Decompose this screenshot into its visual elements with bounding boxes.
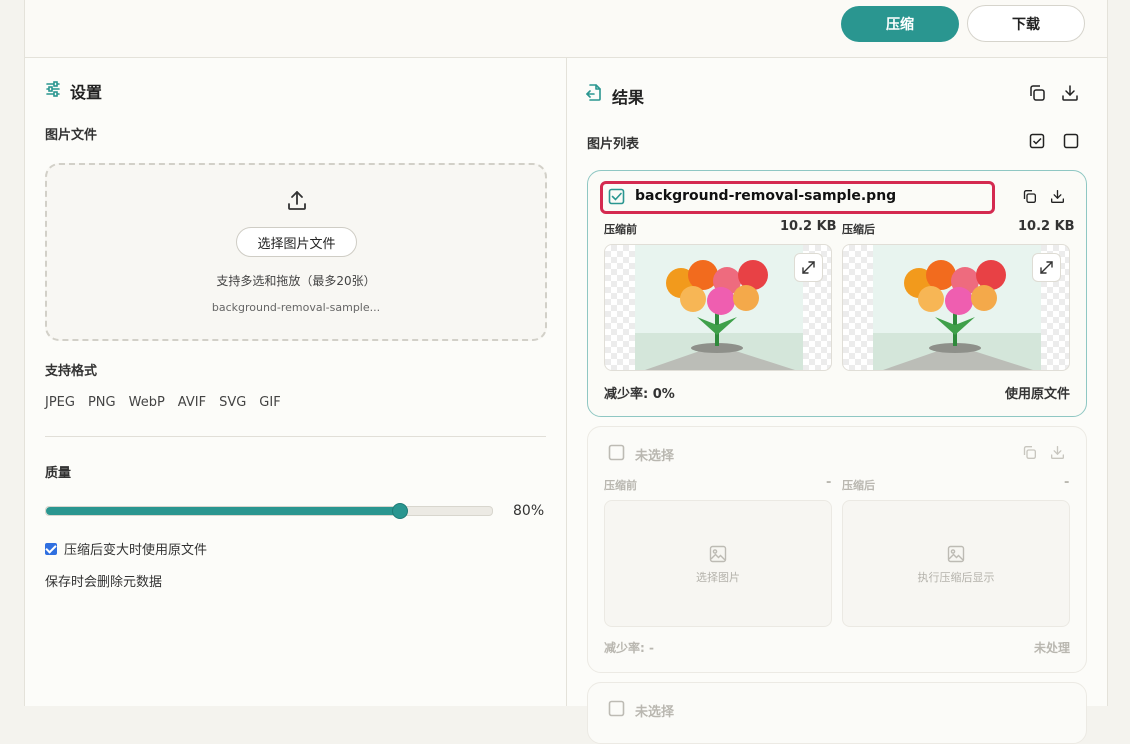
deselect-all-icon[interactable] <box>1063 133 1079 149</box>
expand-icon <box>802 261 815 274</box>
file-export-icon <box>586 84 601 101</box>
image-file-label: 图片文件 <box>45 128 98 143</box>
use-original-checkbox[interactable] <box>45 543 57 555</box>
quality-value: 80% <box>513 503 545 519</box>
before-placeholder-text: 选择图片 <box>696 571 740 584</box>
result-card[interactable]: background-removal-sample.png 压缩前 10.2 K… <box>587 170 1087 417</box>
metadata-note: 保存时会删除元数据 <box>45 575 163 590</box>
formats-label: 支持格式 <box>45 364 98 379</box>
quality-slider[interactable] <box>45 503 493 519</box>
results-title: 结果 <box>612 88 645 107</box>
after-label: 压缩后 <box>842 479 875 492</box>
image-list-label: 图片列表 <box>587 137 640 152</box>
after-size: 10.2 KB <box>1018 219 1075 234</box>
top-toolbar: 压缩 下载 <box>25 0 1107 58</box>
quality-slider-fill <box>46 507 399 515</box>
reduction-rate: 减少率: - <box>604 641 654 655</box>
results-panel: 结果 图片列表 background-removal-sample.png 压缩… <box>567 57 1107 744</box>
settings-panel: 设置 图片文件 选择图片文件 支持多选和拖放（最多20张） background… <box>25 57 566 706</box>
after-placeholder: 执行压缩后显示 <box>842 500 1070 627</box>
result-status: 使用原文件 <box>1004 387 1070 402</box>
result-card-empty[interactable]: 未选择 <box>587 682 1087 744</box>
before-label: 压缩前 <box>604 479 637 492</box>
download-button[interactable]: 下载 <box>967 5 1085 42</box>
sliders-icon <box>46 81 60 97</box>
after-size: - <box>1064 475 1070 490</box>
section-divider <box>45 436 546 437</box>
format-avif: AVIF <box>177 395 207 410</box>
download-icon <box>1051 446 1064 459</box>
after-placeholder-text: 执行压缩后显示 <box>917 571 995 584</box>
select-image-button[interactable]: 选择图片文件 <box>236 227 357 257</box>
card-filename: 未选择 <box>635 705 675 720</box>
select-all-icon[interactable] <box>1029 133 1045 149</box>
card-checkbox-checked-icon[interactable] <box>608 188 625 205</box>
image-icon <box>947 545 965 563</box>
copy-all-icon[interactable] <box>1028 84 1046 102</box>
expand-icon <box>1040 261 1053 274</box>
after-preview[interactable] <box>842 244 1070 371</box>
settings-title: 设置 <box>70 83 103 102</box>
selected-filename: background-removal-sample... <box>211 301 381 314</box>
result-status: 未处理 <box>1033 641 1070 655</box>
card-checkbox-icon[interactable] <box>608 444 625 461</box>
card-filename: background-removal-sample.png <box>635 188 897 204</box>
download-all-icon[interactable] <box>1061 84 1079 102</box>
card-checkbox-icon[interactable] <box>608 700 625 717</box>
format-gif: GIF <box>259 395 281 410</box>
before-size: - <box>826 475 832 490</box>
quality-slider-thumb[interactable] <box>392 503 408 519</box>
reduction-rate: 减少率: 0% <box>604 387 675 402</box>
formats-list: JPEG PNG WebP AVIF SVG GIF <box>45 395 294 410</box>
format-webp: WebP <box>128 395 165 410</box>
card-filename: 未选择 <box>635 449 675 464</box>
copy-icon <box>1023 446 1036 459</box>
app-window: 压缩 下载 设置 图片文件 选择图片文件 支持多选和拖放（最多20张） back… <box>24 0 1108 744</box>
dropzone-hint: 支持多选和拖放（最多20张） <box>216 274 376 288</box>
format-png: PNG <box>87 395 116 410</box>
use-original-label: 压缩后变大时使用原文件 <box>64 543 208 558</box>
before-preview[interactable] <box>604 244 832 371</box>
file-dropzone[interactable]: 选择图片文件 支持多选和拖放（最多20张） background-removal… <box>45 163 547 341</box>
result-card-empty[interactable]: 未选择 压缩前 - 压缩后 - 选择图片 执行压缩后显示 减少率: - 未处理 <box>587 426 1087 673</box>
compress-button[interactable]: 压缩 <box>841 6 959 42</box>
after-label: 压缩后 <box>842 223 875 236</box>
before-placeholder: 选择图片 <box>604 500 832 627</box>
expand-button[interactable] <box>794 253 823 282</box>
image-icon <box>709 545 727 563</box>
before-label: 压缩前 <box>604 223 637 236</box>
quality-label: 质量 <box>45 466 72 481</box>
upload-icon <box>288 191 306 210</box>
copy-icon[interactable] <box>1022 189 1037 204</box>
use-original-option[interactable]: 压缩后变大时使用原文件 <box>45 539 207 558</box>
download-icon[interactable] <box>1050 189 1065 204</box>
format-svg: SVG <box>219 395 247 410</box>
expand-button[interactable] <box>1032 253 1061 282</box>
before-size: 10.2 KB <box>780 219 837 234</box>
format-jpeg: JPEG <box>45 395 75 410</box>
